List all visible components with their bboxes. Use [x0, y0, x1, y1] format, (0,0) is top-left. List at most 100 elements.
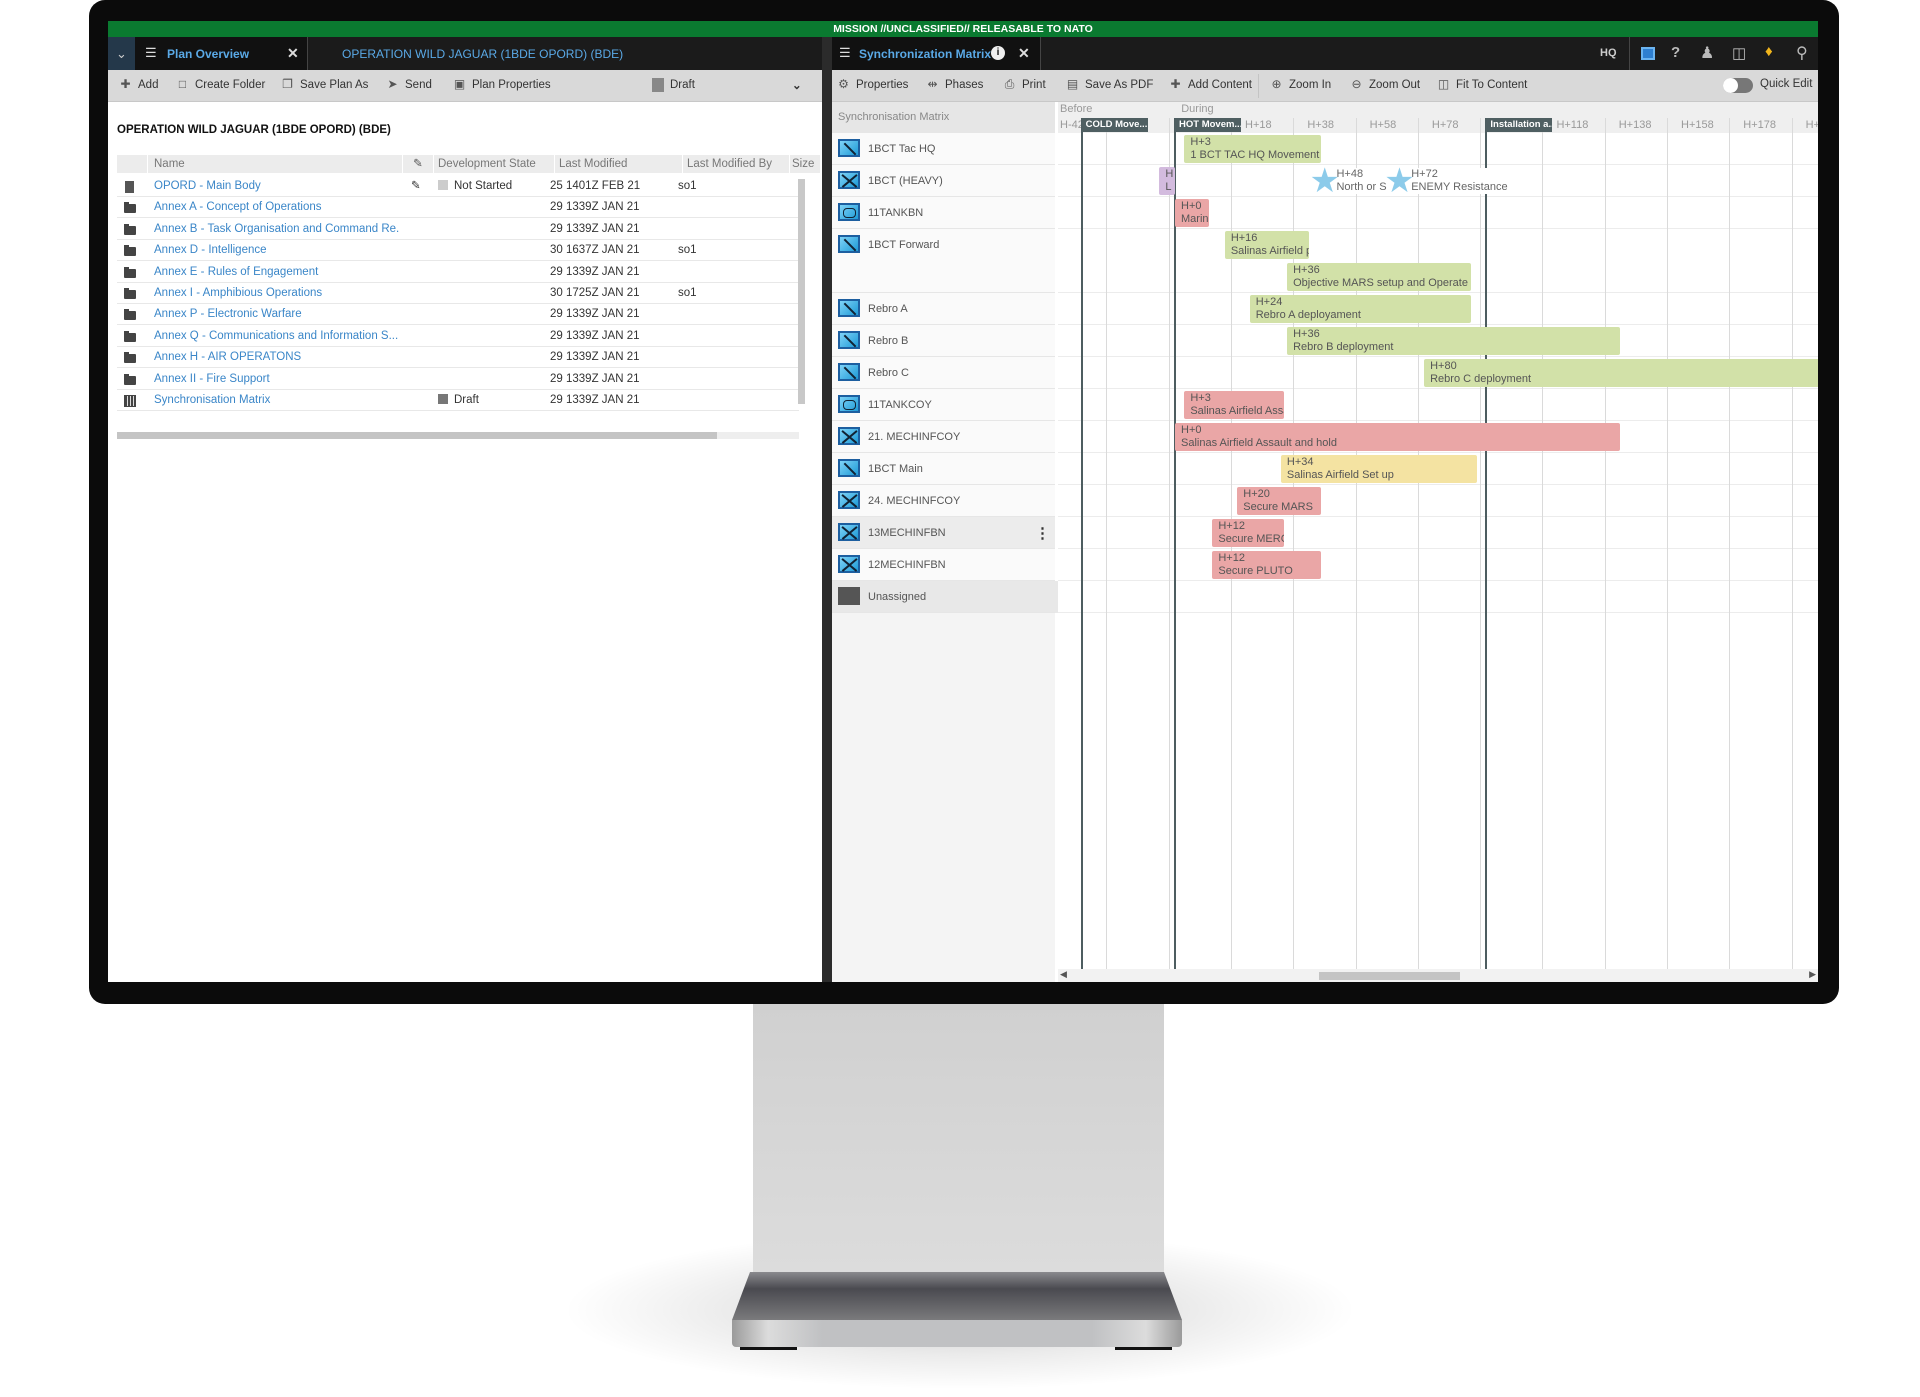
save-plan-as-button[interactable]: ❐ Save Plan As — [281, 78, 368, 91]
info-icon[interactable]: i — [991, 46, 1005, 60]
timeline-horizontal-scrollbar[interactable]: ◀ ▶ — [1058, 969, 1818, 982]
table-row[interactable]: Annex P - Electronic Warfare 29 1339Z JAN… — [117, 304, 799, 326]
close-icon[interactable]: ✕ — [1018, 45, 1030, 62]
phases-button[interactable]: ⇹ Phases — [926, 78, 983, 91]
search-icon[interactable]: ⚲ — [1796, 43, 1808, 63]
hamburger-menu-icon[interactable]: ☰ — [145, 45, 157, 61]
document-name-link[interactable]: Annex Q - Communications and Information… — [154, 326, 399, 347]
document-name-link[interactable]: Annex P - Electronic Warfare — [154, 304, 399, 325]
scroll-left-arrow-icon[interactable]: ◀ — [1060, 969, 1067, 980]
document-name-link[interactable]: OPORD - Main Body — [154, 176, 399, 197]
document-name-link[interactable]: Annex II - Fire Support — [154, 369, 399, 390]
create-folder-button[interactable]: □ Create Folder — [176, 78, 265, 91]
milestone-star-icon[interactable]: ★ — [1384, 164, 1414, 198]
table-row[interactable]: Annex H - AIR OPERATONS 29 1339Z JAN 21 — [117, 347, 799, 369]
column-header-name[interactable]: Name — [148, 155, 402, 173]
table-row[interactable]: Annex D - Intelligence 30 1637Z JAN 21 so1 — [117, 240, 799, 262]
table-row[interactable]: Annex I - Amphibious Operations 30 1725Z … — [117, 283, 799, 304]
help-icon[interactable]: ? — [1671, 44, 1680, 61]
activity-bar[interactable]: H+3 1 BCT TAC HQ Movement — [1184, 135, 1322, 163]
table-row[interactable]: Annex A - Concept of Operations 29 1339Z … — [117, 197, 799, 219]
hq-label[interactable]: HQ — [1600, 47, 1617, 59]
milestone-star-icon[interactable]: ★ — [1309, 164, 1339, 198]
layout-icon[interactable] — [1641, 47, 1655, 60]
bell-icon[interactable]: ♦ — [1765, 43, 1773, 60]
matrix-row-12mechinfbn[interactable]: 12MECHINFBN — [832, 549, 1055, 581]
column-header-last-modified[interactable]: Last Modified — [555, 155, 682, 173]
scrollbar-thumb[interactable] — [1319, 972, 1460, 980]
matrix-row-1bct-tac-hq[interactable]: 1BCT Tac HQ — [832, 133, 1055, 165]
document-name-link[interactable]: Annex D - Intelligence — [154, 240, 399, 261]
print-button[interactable]: ⎙ Print — [1003, 78, 1046, 91]
zoom-out-button[interactable]: ⊖ Zoom Out — [1350, 78, 1420, 91]
table-row[interactable]: Annex II - Fire Support 29 1339Z JAN 21 — [117, 369, 799, 390]
hamburger-menu-icon[interactable]: ☰ — [839, 45, 851, 61]
table-horizontal-scrollbar[interactable] — [117, 432, 799, 439]
document-name-link[interactable]: Annex H - AIR OPERATONS — [154, 347, 399, 368]
matrix-row-21-mechinfcoy[interactable]: 21. MECHINFCOY — [832, 421, 1055, 453]
matrix-row-11tankcoy[interactable]: 11TANKCOY — [832, 389, 1055, 421]
scroll-right-arrow-icon[interactable]: ▶ — [1809, 969, 1816, 980]
panel-splitter[interactable] — [822, 37, 832, 982]
matrix-row-11tankbn[interactable]: 11TANKBN — [832, 197, 1055, 229]
save-as-pdf-button[interactable]: ▤ Save As PDF — [1066, 78, 1154, 91]
plan-properties-button[interactable]: ▣ Plan Properties — [453, 78, 551, 91]
table-row[interactable]: Annex B - Task Organisation and Command … — [117, 219, 799, 240]
tab-synchronization-matrix[interactable]: ☰ Synchronization Matrix i ✕ — [832, 37, 1041, 70]
tab-plan-overview[interactable]: ☰ Plan Overview ✕ — [135, 37, 308, 70]
table-row[interactable]: Synchronisation Matrix Draft 29 1339Z JAN … — [117, 390, 799, 411]
phase-tag[interactable]: HOT Movem... — [1175, 118, 1241, 132]
table-row[interactable]: Annex Q - Communications and Information… — [117, 326, 799, 347]
collapse-chevron-icon[interactable]: ⌄ — [108, 37, 135, 70]
phase-tag[interactable]: COLD Move... — [1081, 118, 1148, 132]
activity-bar[interactable]: H+36 Rebro B deployment — [1287, 327, 1621, 355]
document-name-link[interactable]: Annex I - Amphibious Operations — [154, 283, 399, 304]
activity-bar[interactable]: HL — [1159, 167, 1175, 195]
plan-state-dropdown[interactable]: Draft — [652, 78, 695, 92]
table-row[interactable]: Annex E - Rules of Engagement 29 1339Z JA… — [117, 262, 799, 283]
matrix-row-rebro-b[interactable]: Rebro B — [832, 325, 1055, 357]
phase-tag[interactable]: Installation a... — [1486, 118, 1553, 132]
document-name-link[interactable]: Annex A - Concept of Operations — [154, 197, 399, 218]
pencil-icon[interactable]: ✎ — [411, 176, 421, 197]
matrix-row-1bct-heavy-[interactable]: 1BCT (HEAVY) — [832, 165, 1055, 197]
activity-bar[interactable]: H+20 Secure MARS — [1237, 487, 1322, 515]
matrix-row-13mechinfbn[interactable]: 13MECHINFBN ⋮ — [832, 517, 1055, 549]
column-header-size[interactable]: Size — [790, 155, 820, 173]
breadcrumb[interactable]: OPERATION WILD JAGUAR (1BDE OPORD) (BDE) — [342, 47, 623, 61]
activity-bar[interactable]: H+0 Salinas Airfield Assault and hold — [1175, 423, 1621, 451]
user-icon[interactable]: ♟ — [1700, 43, 1714, 63]
scrollbar-thumb[interactable] — [117, 432, 717, 439]
activity-bar[interactable]: H+0Marina — [1175, 199, 1210, 227]
matrix-row-1bct-forward[interactable]: 1BCT Forward — [832, 229, 1055, 293]
activity-bar[interactable]: H+34 Salinas Airfield Set up — [1280, 455, 1478, 483]
send-button[interactable]: ➤ Send — [386, 78, 431, 91]
activity-bar[interactable]: H+12 Secure PLUTO — [1212, 551, 1322, 579]
fit-to-content-button[interactable]: ◫ Fit To Content — [1437, 78, 1528, 91]
document-name-link[interactable]: Annex B - Task Organisation and Command … — [154, 219, 399, 240]
properties-button[interactable]: ⚙ Properties — [837, 78, 908, 91]
activity-bar[interactable]: H+24 Rebro A deployament — [1249, 295, 1471, 323]
matrix-row-rebro-a[interactable]: Rebro A — [832, 293, 1055, 325]
matrix-row-unassigned[interactable]: Unassigned — [832, 581, 1055, 613]
add-button[interactable]: ✚ Add — [119, 78, 158, 91]
more-options-icon[interactable]: ⋮ — [1035, 524, 1050, 542]
presentation-icon[interactable]: ◫ — [1732, 44, 1746, 62]
activity-bar[interactable]: H+3Salinas Airfield Assault — [1184, 391, 1284, 419]
zoom-in-button[interactable]: ⊕ Zoom In — [1270, 78, 1331, 91]
activity-bar[interactable]: H+80 Rebro C deployment — [1424, 359, 1818, 387]
quick-edit-toggle[interactable] — [1723, 78, 1753, 93]
matrix-row-rebro-c[interactable]: Rebro C — [832, 357, 1055, 389]
matrix-row-1bct-main[interactable]: 1BCT Main — [832, 453, 1055, 485]
activity-bar[interactable]: H+12Secure MERCURY — [1212, 519, 1284, 547]
column-header-last-modified-by[interactable]: Last Modified By — [683, 155, 789, 173]
matrix-row-24-mechinfcoy[interactable]: 24. MECHINFCOY — [832, 485, 1055, 517]
add-content-button[interactable]: ✚ Add Content — [1169, 78, 1251, 91]
document-name-link[interactable]: Annex E - Rules of Engagement — [154, 262, 399, 283]
column-header-development-state[interactable]: Development State — [434, 155, 554, 173]
close-icon[interactable]: ✕ — [287, 45, 299, 62]
document-name-link[interactable]: Synchronisation Matrix — [154, 390, 399, 411]
chevron-down-icon[interactable]: ⌄ — [792, 78, 802, 92]
table-vertical-scrollbar[interactable] — [798, 179, 805, 404]
activity-bar[interactable]: H+16Salinas Airfield pre — [1224, 231, 1309, 259]
